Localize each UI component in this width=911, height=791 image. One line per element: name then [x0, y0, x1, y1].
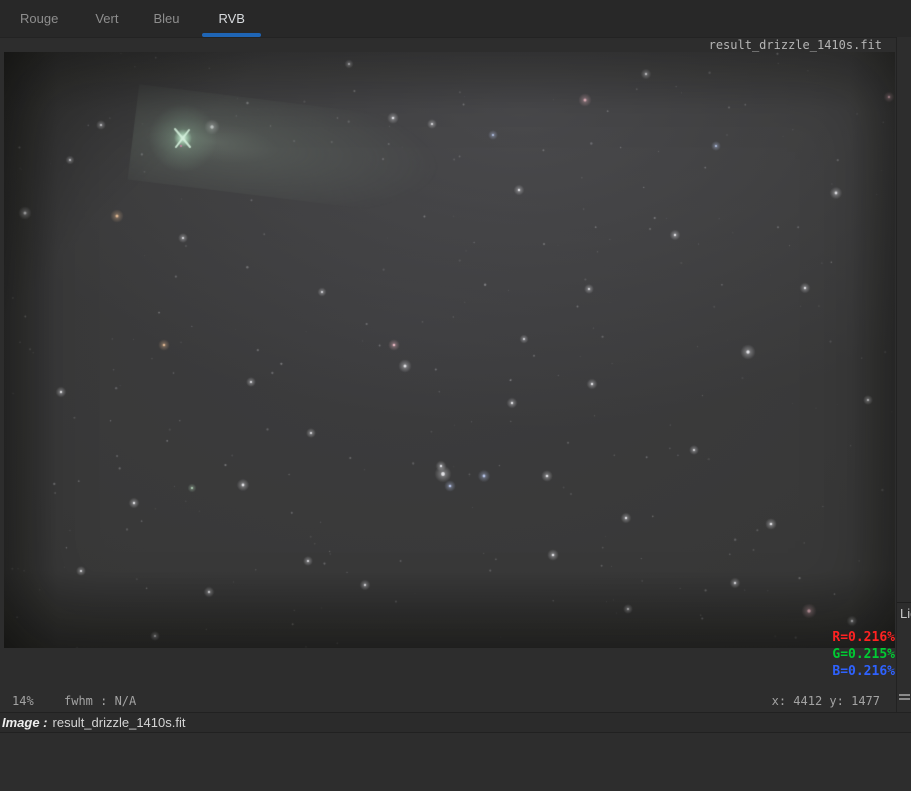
image-filename: result_drizzle_1410s.fit: [52, 715, 186, 730]
siril-window: Rouge Vert Bleu RVB result_drizzle_1410s…: [0, 0, 911, 791]
image-viewport[interactable]: [4, 52, 895, 648]
image-label: Image :: [2, 715, 48, 730]
pane-resize-grip[interactable]: [899, 694, 910, 702]
image-title-bar: result_drizzle_1410s.fit: [0, 37, 896, 52]
image-filename-header: result_drizzle_1410s.fit: [708, 38, 882, 52]
right-panel-strip[interactable]: Lig: [896, 37, 911, 712]
stretch-toolbar: Min/Max MIPS-LO/HI Utilisateur Auto ajus…: [0, 733, 911, 791]
pixel-value-red: R=0.216%: [832, 630, 895, 645]
right-panel-separator: [897, 602, 911, 603]
zoom-level: 14%: [12, 694, 34, 708]
pixel-value-green: G=0.215%: [832, 647, 895, 662]
tab-vert[interactable]: Vert: [95, 0, 118, 37]
tab-rvb[interactable]: RVB: [202, 0, 261, 37]
tab-rouge[interactable]: Rouge: [20, 0, 58, 37]
tab-bleu[interactable]: Bleu: [153, 0, 179, 37]
channel-tabbar: Rouge Vert Bleu RVB: [0, 0, 911, 37]
comet-starfield-image[interactable]: [4, 52, 895, 648]
cursor-coordinates: x: 4412 y: 1477: [771, 694, 880, 708]
pixel-value-blue: B=0.216%: [832, 664, 895, 679]
image-name-row: Image : result_drizzle_1410s.fit: [0, 712, 911, 733]
fwhm-status: fwhm : N/A: [64, 694, 137, 708]
right-panel-clipped-label: Lig: [900, 606, 911, 621]
